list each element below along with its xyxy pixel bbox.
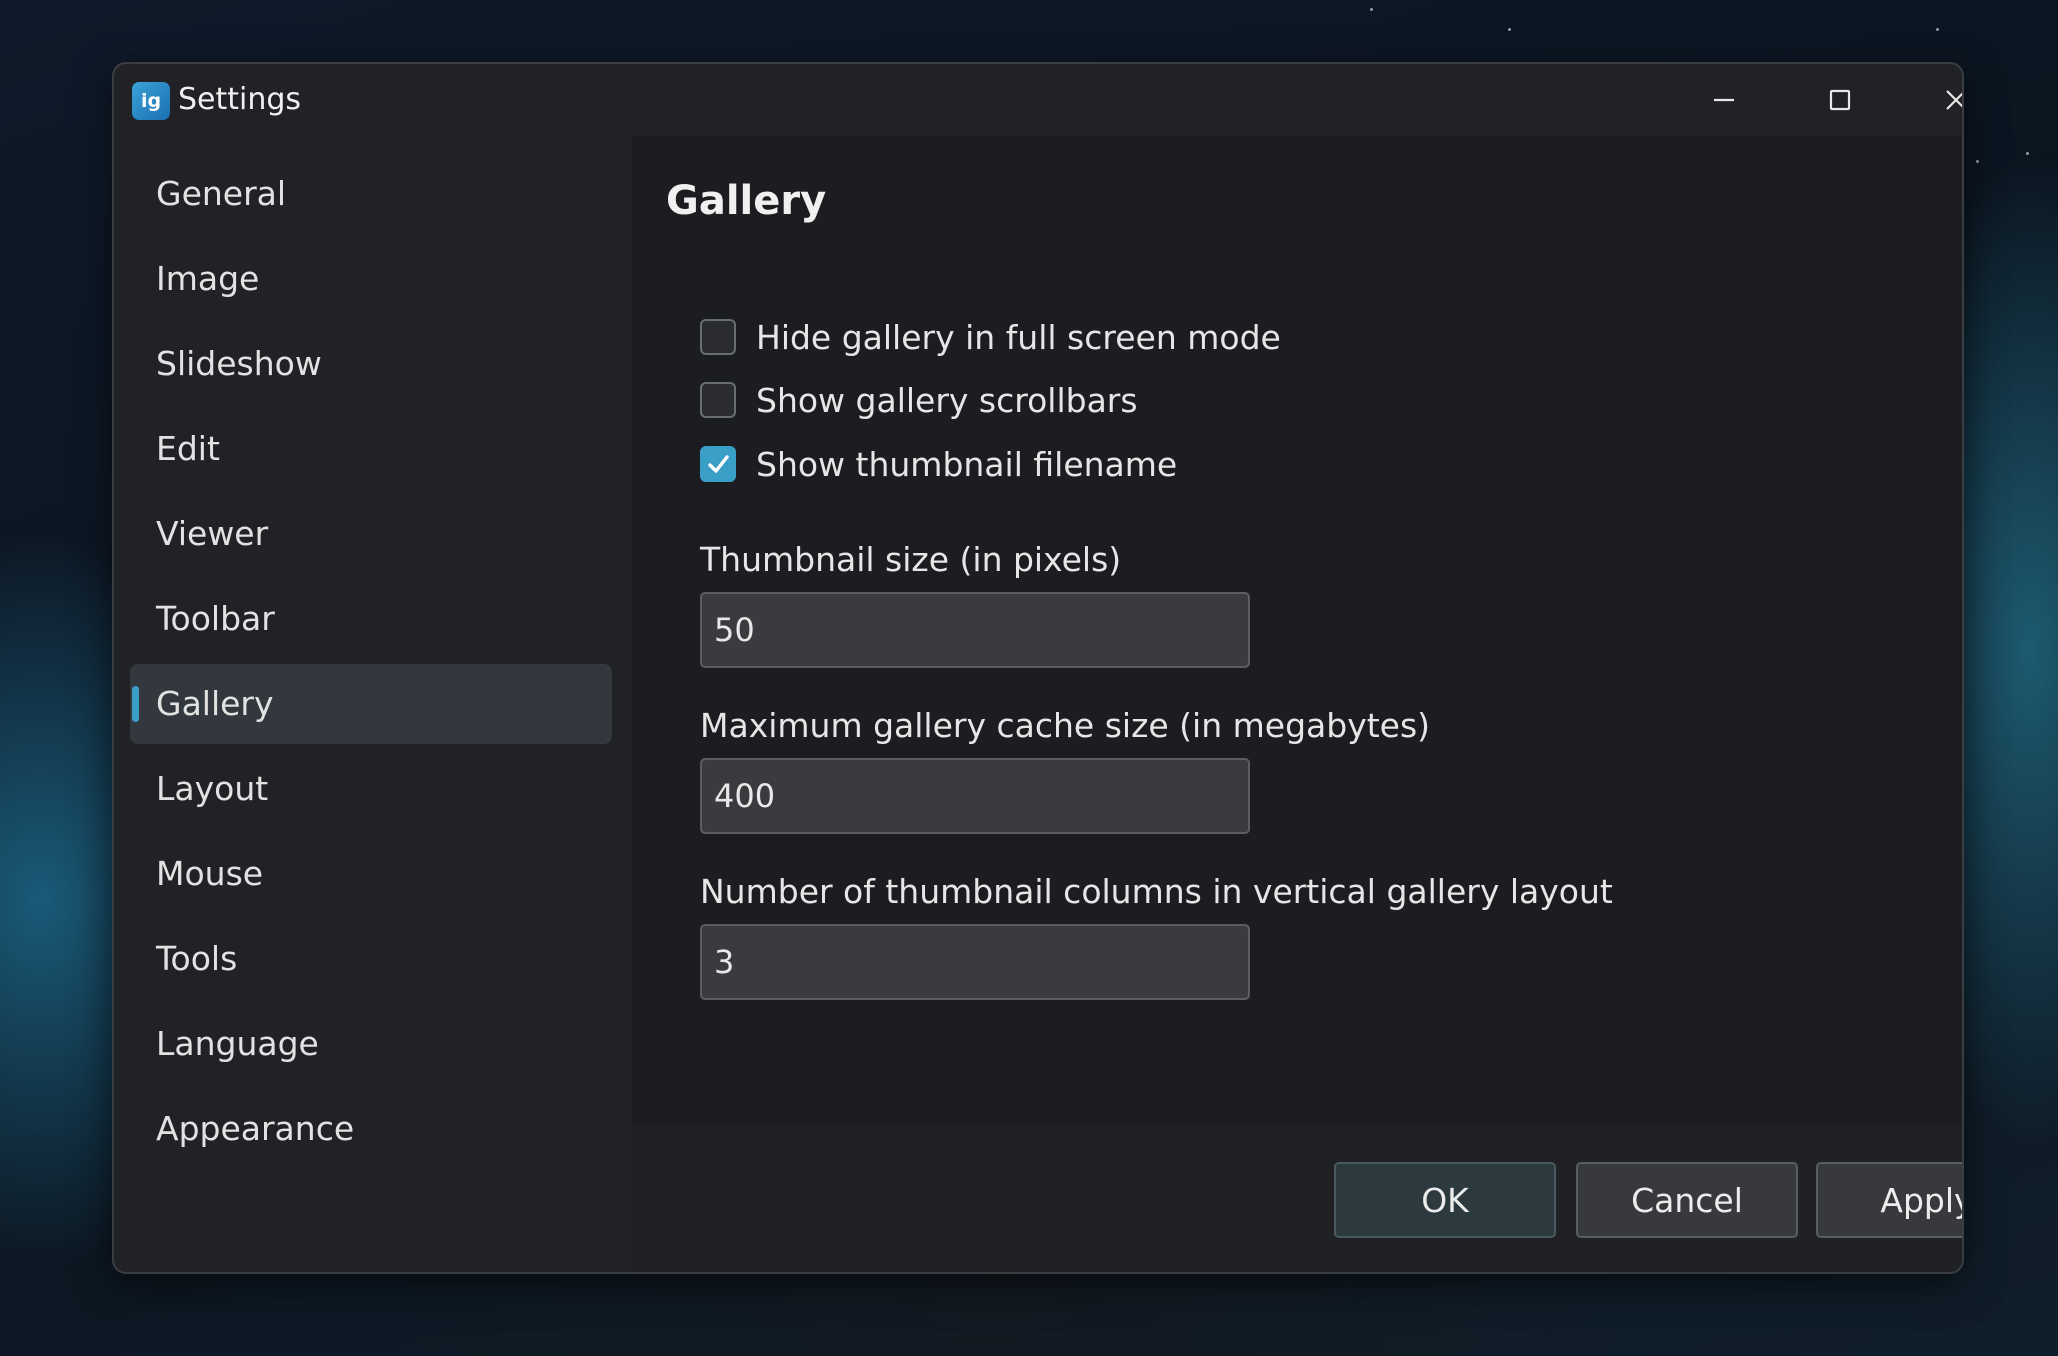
title-bar: ig Settings [114, 64, 1962, 136]
sidebar-item-image[interactable]: Image [130, 239, 612, 319]
background-star [1370, 8, 1373, 11]
sidebar-item-slideshow[interactable]: Slideshow [130, 324, 612, 404]
sidebar-item-language[interactable]: Language [130, 1004, 612, 1084]
background-star [1976, 160, 1979, 163]
app-icon: ig [132, 82, 170, 120]
sidebar-item-tools[interactable]: Tools [130, 919, 612, 999]
hide-gallery-fullscreen-option[interactable]: Hide gallery in full screen mode [700, 314, 1281, 360]
sidebar-item-layout[interactable]: Layout [130, 749, 612, 829]
checkbox-label: Show gallery scrollbars [756, 380, 1138, 420]
show-thumbnail-filename-checkbox[interactable] [700, 446, 736, 482]
apply-button[interactable]: Apply [1816, 1162, 1962, 1238]
sidebar-item-toolbar[interactable]: Toolbar [130, 579, 612, 659]
sidebar-item-general[interactable]: General [130, 154, 612, 234]
thumbnail-columns-label: Number of thumbnail columns in vertical … [700, 872, 1613, 911]
sidebar-item-appearance[interactable]: Appearance [130, 1089, 612, 1169]
minimize-button[interactable] [1666, 64, 1782, 136]
checkmark-icon [708, 455, 729, 473]
minimize-icon [1714, 98, 1734, 102]
cache-size-input[interactable] [700, 758, 1250, 834]
thumbnail-size-label: Thumbnail size (in pixels) [700, 540, 1122, 579]
maximize-icon [1829, 89, 1851, 111]
show-gallery-scrollbars-option[interactable]: Show gallery scrollbars [700, 377, 1138, 423]
checkbox-label: Hide gallery in full screen mode [756, 317, 1281, 357]
checkbox-label: Show thumbnail filename [756, 444, 1178, 484]
background-star [1936, 28, 1939, 31]
cancel-button[interactable]: Cancel [1576, 1162, 1798, 1238]
sidebar-item-gallery[interactable]: Gallery [130, 664, 612, 744]
show-thumbnail-filename-option[interactable]: Show thumbnail filename [700, 441, 1177, 487]
background-star [1508, 28, 1511, 31]
thumbnail-columns-input[interactable] [700, 924, 1250, 1000]
ok-button[interactable]: OK [1334, 1162, 1556, 1238]
background-star [2026, 152, 2029, 155]
dialog-footer: OK Cancel Apply [632, 1124, 1962, 1272]
gallery-settings-panel: Gallery Hide gallery in full screen mode… [632, 136, 1962, 1136]
hide-gallery-fullscreen-checkbox[interactable] [700, 319, 736, 355]
sidebar-item-mouse[interactable]: Mouse [130, 834, 612, 914]
settings-window: ig Settings General Image Slideshow Edit… [112, 62, 1964, 1274]
thumbnail-size-input[interactable] [700, 592, 1250, 668]
maximize-button[interactable] [1782, 64, 1898, 136]
window-title: Settings [178, 82, 302, 117]
sidebar-item-edit[interactable]: Edit [130, 409, 612, 489]
sidebar-item-viewer[interactable]: Viewer [130, 494, 612, 574]
cache-size-label: Maximum gallery cache size (in megabytes… [700, 706, 1431, 745]
settings-sidebar: General Image Slideshow Edit Viewer Tool… [130, 154, 612, 1174]
close-button[interactable] [1898, 64, 1962, 136]
show-gallery-scrollbars-checkbox[interactable] [700, 382, 736, 418]
close-icon [1946, 90, 1962, 110]
page-title: Gallery [666, 178, 827, 224]
